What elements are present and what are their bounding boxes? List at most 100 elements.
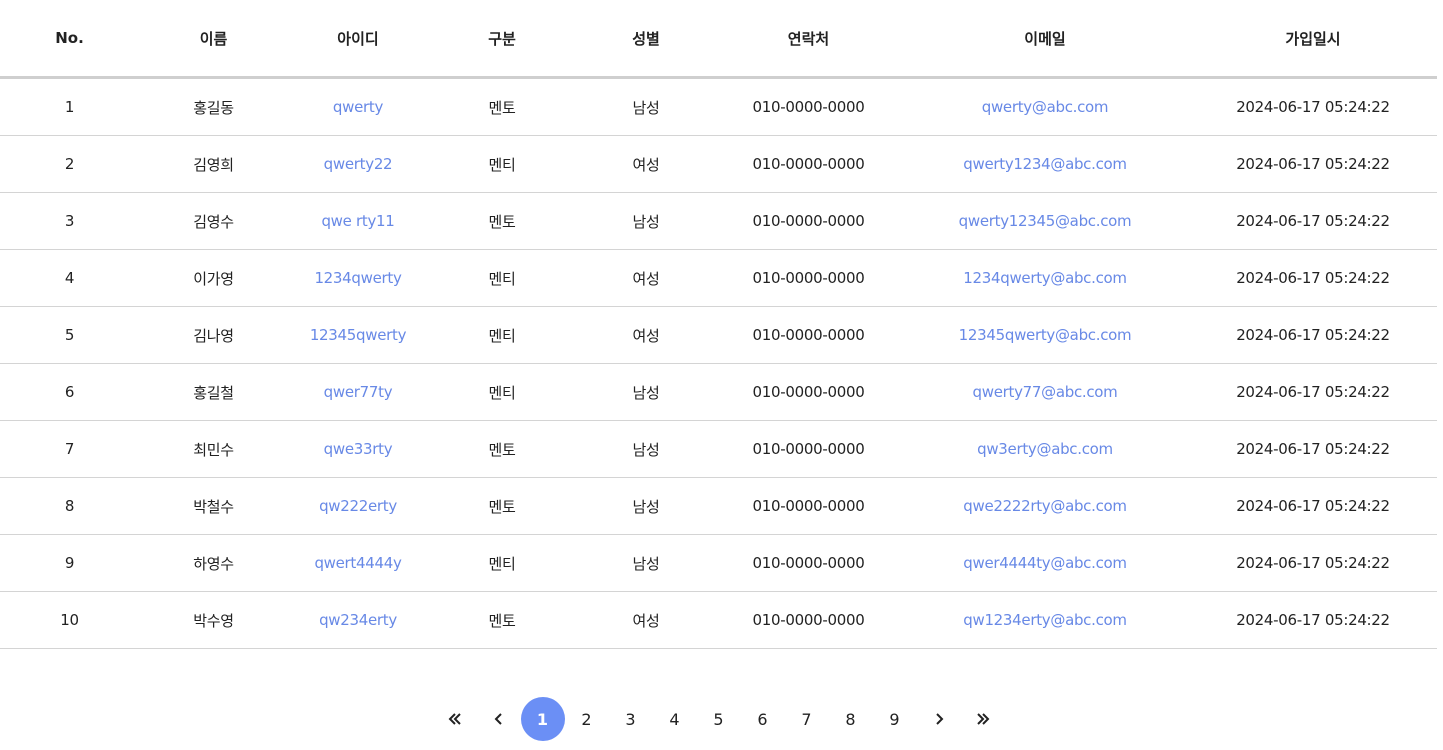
cell-type: 멘토 xyxy=(428,77,576,136)
cell-email-link[interactable]: 12345qwerty@abc.com xyxy=(901,306,1189,364)
cell-phone: 010-0000-0000 xyxy=(716,363,901,421)
cell-gender: 남성 xyxy=(576,192,716,250)
cell-id-link[interactable]: qwe33rty xyxy=(288,420,428,478)
cell-no: 10 xyxy=(0,591,139,649)
cell-gender: 여성 xyxy=(576,306,716,364)
page-2-button[interactable]: 2 xyxy=(565,697,609,741)
cell-gender: 남성 xyxy=(576,477,716,535)
page-4-button[interactable]: 4 xyxy=(653,697,697,741)
double-chevron-left-icon xyxy=(448,713,461,725)
table-row[interactable]: 4 이가영 1234qwerty 멘티 여성 010-0000-0000 1234qwert… xyxy=(0,249,1437,307)
cell-id-link[interactable]: qwerty xyxy=(288,77,428,136)
cell-id-link[interactable]: qwert4444y xyxy=(288,534,428,592)
cell-joined: 2024-06-17 05:24:22 xyxy=(1189,534,1437,592)
cell-gender: 남성 xyxy=(576,420,716,478)
cell-email-link[interactable]: qwe2222rty@abc.com xyxy=(901,477,1189,535)
table-row[interactable]: 9 하영수 qwert4444y 멘티 남성 010-0000-0000 qwer4444t… xyxy=(0,534,1437,592)
cell-phone: 010-0000-0000 xyxy=(716,591,901,649)
cell-no: 1 xyxy=(0,77,139,136)
cell-phone: 010-0000-0000 xyxy=(716,306,901,364)
cell-phone: 010-0000-0000 xyxy=(716,420,901,478)
first-page-button[interactable] xyxy=(433,697,477,741)
cell-email-link[interactable]: qwerty@abc.com xyxy=(901,77,1189,136)
cell-joined: 2024-06-17 05:24:22 xyxy=(1189,306,1437,364)
cell-id-link[interactable]: 1234qwerty xyxy=(288,249,428,307)
cell-gender: 여성 xyxy=(576,135,716,193)
cell-phone: 010-0000-0000 xyxy=(716,534,901,592)
cell-type: 멘티 xyxy=(428,135,576,193)
header-id: 아이디 xyxy=(288,0,428,79)
cell-no: 9 xyxy=(0,534,139,592)
cell-id-link[interactable]: 12345qwerty xyxy=(288,306,428,364)
cell-type: 멘토 xyxy=(428,591,576,649)
cell-name: 홍길철 xyxy=(139,363,288,421)
cell-email-link[interactable]: qwerty77@abc.com xyxy=(901,363,1189,421)
table-row[interactable]: 3 김영수 qwe rty11 멘토 남성 010-0000-0000 qwerty1234… xyxy=(0,192,1437,250)
table-row[interactable]: 6 홍길철 qwer77ty 멘티 남성 010-0000-0000 qwerty77@ab… xyxy=(0,363,1437,421)
cell-no: 3 xyxy=(0,192,139,250)
chevron-left-icon xyxy=(494,713,502,725)
table-body: 1 홍길동 qwerty 멘토 남성 010-0000-0000 qwerty@abc.co… xyxy=(0,77,1437,649)
cell-phone: 010-0000-0000 xyxy=(716,135,901,193)
chevron-right-icon xyxy=(935,713,943,725)
table-row[interactable]: 1 홍길동 qwerty 멘토 남성 010-0000-0000 qwerty@abc.co… xyxy=(0,77,1437,136)
next-page-button[interactable] xyxy=(917,697,961,741)
header-type: 구분 xyxy=(428,0,576,79)
header-joined: 가입일시 xyxy=(1189,0,1437,79)
cell-type: 멘토 xyxy=(428,477,576,535)
page-3-button[interactable]: 3 xyxy=(609,697,653,741)
page-6-button[interactable]: 6 xyxy=(741,697,785,741)
page-9-button[interactable]: 9 xyxy=(873,697,917,741)
cell-email-link[interactable]: qwerty12345@abc.com xyxy=(901,192,1189,250)
cell-id-link[interactable]: qwerty22 xyxy=(288,135,428,193)
cell-no: 8 xyxy=(0,477,139,535)
cell-no: 6 xyxy=(0,363,139,421)
cell-name: 김영수 xyxy=(139,192,288,250)
last-page-button[interactable] xyxy=(961,697,1005,741)
cell-type: 멘티 xyxy=(428,534,576,592)
table-header-row: No. 이름 아이디 구분 성별 연락처 이메일 가입일시 xyxy=(0,0,1437,79)
cell-joined: 2024-06-17 05:24:22 xyxy=(1189,363,1437,421)
cell-id-link[interactable]: qw222erty xyxy=(288,477,428,535)
cell-email-link[interactable]: qwer4444ty@abc.com xyxy=(901,534,1189,592)
header-name: 이름 xyxy=(139,0,288,79)
table-row[interactable]: 8 박철수 qw222erty 멘토 남성 010-0000-0000 qwe2222rty… xyxy=(0,477,1437,535)
table-row[interactable]: 7 최민수 qwe33rty 멘토 남성 010-0000-0000 qw3erty@abc… xyxy=(0,420,1437,478)
cell-joined: 2024-06-17 05:24:22 xyxy=(1189,77,1437,136)
cell-joined: 2024-06-17 05:24:22 xyxy=(1189,477,1437,535)
cell-type: 멘토 xyxy=(428,192,576,250)
prev-page-button[interactable] xyxy=(477,697,521,741)
cell-email-link[interactable]: 1234qwerty@abc.com xyxy=(901,249,1189,307)
cell-name: 하영수 xyxy=(139,534,288,592)
table-row[interactable]: 2 김영희 qwerty22 멘티 여성 010-0000-0000 qwerty1234@… xyxy=(0,135,1437,193)
cell-id-link[interactable]: qwer77ty xyxy=(288,363,428,421)
cell-name: 이가영 xyxy=(139,249,288,307)
cell-id-link[interactable]: qwe rty11 xyxy=(288,192,428,250)
cell-email-link[interactable]: qw1234erty@abc.com xyxy=(901,591,1189,649)
cell-type: 멘티 xyxy=(428,249,576,307)
member-table: No. 이름 아이디 구분 성별 연락처 이메일 가입일시 1 홍길동 qwerty… xyxy=(0,0,1437,649)
cell-name: 박수영 xyxy=(139,591,288,649)
cell-gender: 여성 xyxy=(576,591,716,649)
page-numbers: 123456789 xyxy=(520,697,917,741)
page-5-button[interactable]: 5 xyxy=(697,697,741,741)
cell-type: 멘티 xyxy=(428,306,576,364)
cell-no: 5 xyxy=(0,306,139,364)
page-1-button[interactable]: 1 xyxy=(520,697,565,741)
header-email: 이메일 xyxy=(901,0,1189,79)
page-8-button[interactable]: 8 xyxy=(829,697,873,741)
cell-email-link[interactable]: qwerty1234@abc.com xyxy=(901,135,1189,193)
cell-joined: 2024-06-17 05:24:22 xyxy=(1189,135,1437,193)
cell-no: 7 xyxy=(0,420,139,478)
cell-id-link[interactable]: qw234erty xyxy=(288,591,428,649)
header-gender: 성별 xyxy=(576,0,716,79)
table-row[interactable]: 10 박수영 qw234erty 멘토 여성 010-0000-0000 qw1234ert… xyxy=(0,591,1437,649)
cell-no: 4 xyxy=(0,249,139,307)
cell-email-link[interactable]: qw3erty@abc.com xyxy=(901,420,1189,478)
double-chevron-right-icon xyxy=(976,713,989,725)
member-table-container: No. 이름 아이디 구분 성별 연락처 이메일 가입일시 1 홍길동 qwerty… xyxy=(0,0,1437,649)
cell-joined: 2024-06-17 05:24:22 xyxy=(1189,192,1437,250)
table-row[interactable]: 5 김나영 12345qwerty 멘티 여성 010-0000-0000 12345qwe… xyxy=(0,306,1437,364)
page-7-button[interactable]: 7 xyxy=(785,697,829,741)
cell-gender: 여성 xyxy=(576,249,716,307)
